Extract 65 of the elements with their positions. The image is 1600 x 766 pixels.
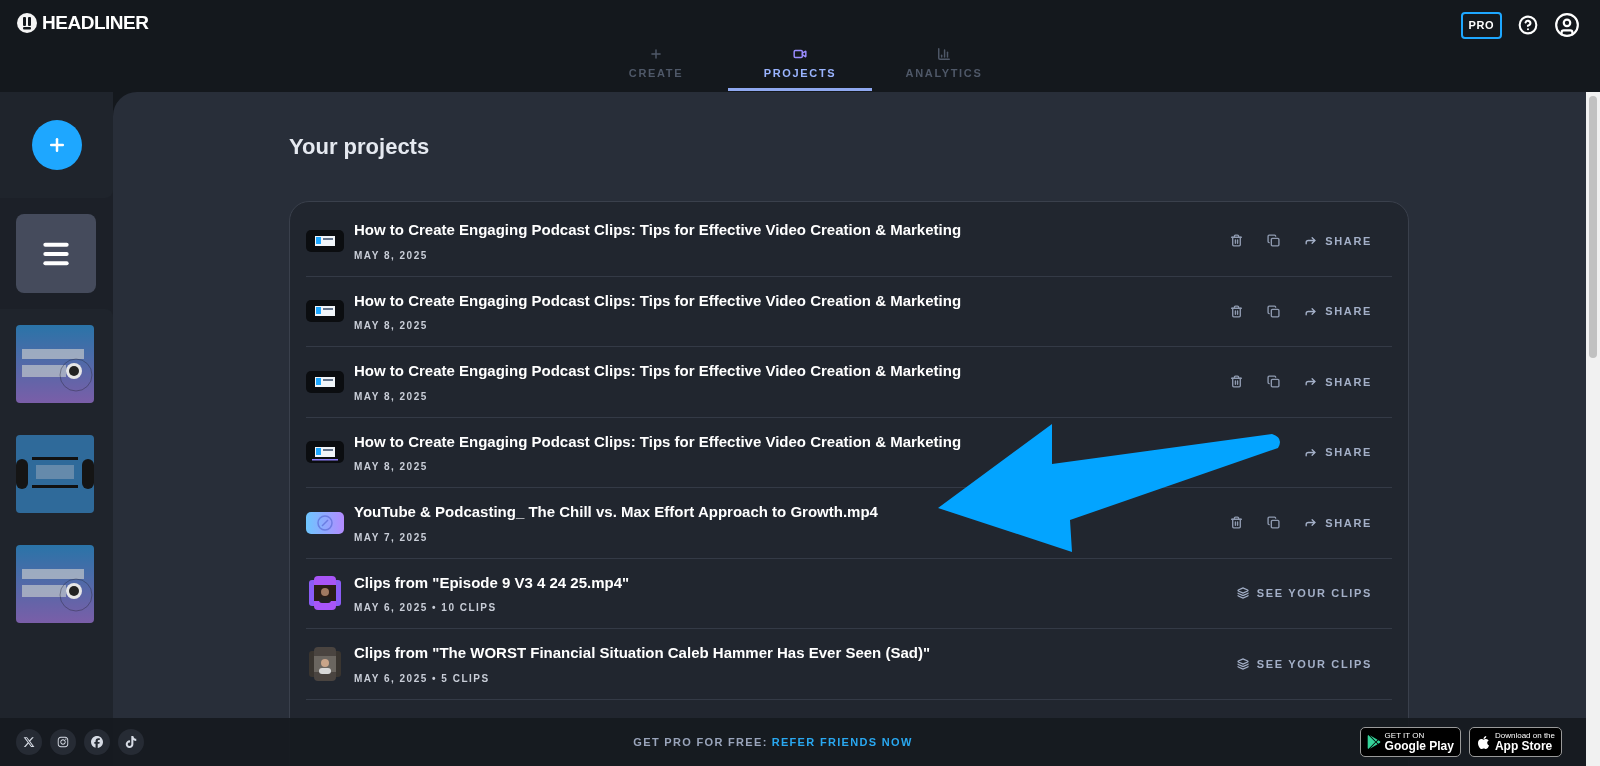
project-title: How to Create Engaging Podcast Clips: Tips for Effective Video Creation & Marketing [354, 290, 963, 311]
delete-icon[interactable] [1230, 234, 1244, 248]
project-date: MAY 8, 2025 [354, 248, 429, 263]
facebook-icon [91, 736, 103, 748]
x-button[interactable] [16, 729, 42, 755]
project-title: How to Create Engaging Podcast Clips: Tips for Effective Video Creation & Marketing [354, 361, 963, 381]
copy-icon[interactable] [1267, 304, 1281, 318]
refer-link[interactable]: REFER FRIENDS NOW [771, 733, 913, 751]
share-button[interactable]: SHARE [1304, 444, 1372, 461]
project-date: MAY 8, 2025 [354, 389, 429, 404]
badge-title: Google Play [1384, 740, 1454, 752]
project-row[interactable]: How to Create Engaging Podcast Clips: Tips for Effective Video Creation & Marketing MAY 8, 2025 SHARE [306, 347, 1392, 418]
project-date: MAY 8, 2025 [354, 460, 429, 474]
project-date: MAY 6, 2025 • 5 CLIPS [354, 671, 491, 686]
share-button[interactable]: SHARE [1304, 514, 1372, 531]
account-icon[interactable] [1554, 12, 1580, 39]
facebook-button[interactable] [84, 729, 110, 755]
plus-icon [649, 46, 663, 61]
share-button[interactable]: SHARE [1304, 232, 1372, 249]
copy-icon[interactable] [1267, 234, 1281, 248]
x-icon [23, 736, 35, 748]
copy-icon[interactable] [1267, 516, 1281, 530]
project-title: Clips from "Episode 9 V3 4 24 25.mp4" [354, 572, 631, 593]
badge-title: App Store [1494, 740, 1554, 752]
share-button[interactable]: SHARE [1304, 303, 1372, 320]
project-date: MAY 6, 2025 • 10 CLIPS [354, 601, 498, 615]
project-title: YouTube & Podcasting_ The Chill vs. Max Effort Approach to Growth.mp4 [354, 502, 879, 522]
page-title: Your projects [289, 133, 431, 161]
project-title: How to Create Engaging Podcast Clips: Tips for Effective Video Creation & Marketing [354, 431, 963, 452]
share-button[interactable]: SHARE [1304, 373, 1372, 390]
logo-icon [16, 12, 38, 35]
layers-icon [1236, 587, 1249, 600]
layers-icon [1236, 657, 1249, 670]
tiktok-button[interactable] [118, 729, 144, 755]
promo-text: GET PRO FOR FREE: [633, 734, 768, 750]
delete-icon[interactable] [1230, 375, 1244, 389]
project-row[interactable]: How to Create Engaging Podcast Clips: Tips for Effective Video Creation & Marketing MAY 8, 2025 SHARE [306, 206, 1392, 277]
instagram-button[interactable] [50, 729, 76, 755]
copy-icon[interactable] [1267, 375, 1281, 389]
apple-icon [1475, 734, 1491, 750]
delete-icon[interactable] [1230, 304, 1244, 318]
scrollbar[interactable] [1586, 92, 1600, 766]
delete-icon[interactable] [1230, 516, 1244, 530]
badge-caption: Download on the [1494, 732, 1555, 740]
pro-badge[interactable]: PRO [1460, 12, 1502, 39]
project-date: MAY 7, 2025 [354, 530, 429, 545]
project-title: Clips from "The WORST Financial Situation Caleb Hammer Has Ever Seen (Sad)" [354, 643, 931, 663]
help-icon[interactable] [1518, 15, 1538, 36]
add-button[interactable] [31, 120, 82, 170]
project-row[interactable]: Clips from "The WORST Financial Situation Caleb Hammer Has Ever Seen (Sad)" MAY 6, 2025 • 5 CLIPS SEE YOUR CLIPS [306, 629, 1392, 700]
see-clips-button[interactable]: SEE YOUR CLIPS [1236, 655, 1372, 672]
bar-chart-icon [937, 46, 951, 61]
tiktok-icon [125, 736, 137, 748]
badge-caption: GET IT ON [1384, 732, 1426, 740]
project-row[interactable]: Clips from "Episode 9 V3 4 24 25.mp4" MAY 6, 2025 • 10 CLIPS SEE YOUR CLIPS [306, 558, 1392, 629]
brand-name: HEADLINER [42, 11, 149, 35]
project-date: MAY 8, 2025 [354, 319, 429, 333]
project-row[interactable]: How to Create Engaging Podcast Clips: Tips for Effective Video Creation & Marketing MAY 8, 2025 SHARE [306, 276, 1392, 347]
project-title: How to Create Engaging Podcast Clips: Tips for Effective Video Creation & Marketing [354, 220, 963, 240]
instagram-icon [57, 736, 69, 748]
google-play-badge[interactable]: GET IT ON Google Play [1359, 727, 1461, 757]
app-store-badge[interactable]: Download on the App Store [1468, 727, 1562, 757]
see-clips-button[interactable]: SEE YOUR CLIPS [1236, 585, 1372, 602]
play-icon [1366, 735, 1381, 749]
menu-button[interactable] [16, 214, 96, 293]
